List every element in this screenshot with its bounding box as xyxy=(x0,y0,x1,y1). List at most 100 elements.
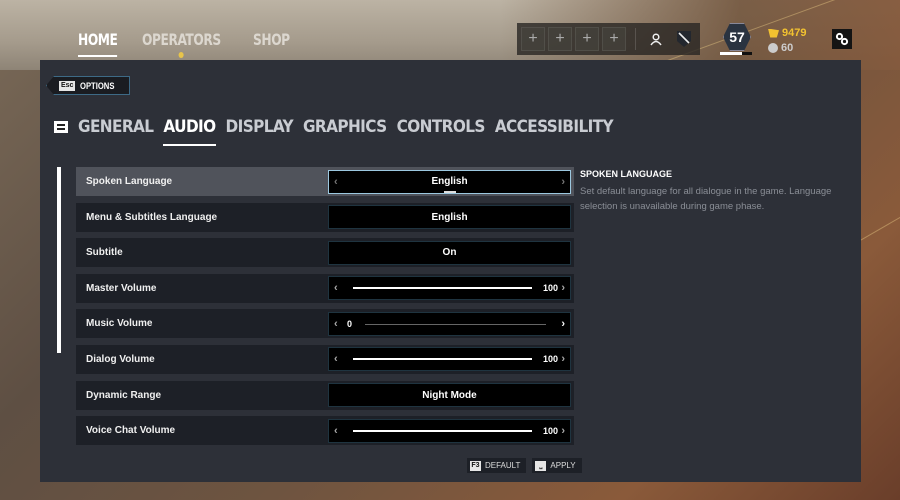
chevron-left-icon[interactable]: ‹ xyxy=(334,282,338,294)
squad-invite-slot[interactable]: + xyxy=(575,27,599,51)
space-key-icon: ⎵ xyxy=(535,460,547,471)
top-navigation: HOME OPERATORS SHOP xyxy=(78,30,314,58)
setting-label: Dialog Volume xyxy=(86,353,155,365)
slider-value: 100 xyxy=(542,283,558,294)
setting-row-voice-chat-volume[interactable]: Voice Chat Volume ‹ 100 › xyxy=(76,416,574,446)
slider-fill xyxy=(353,358,532,361)
plus-icon: + xyxy=(609,30,619,47)
tab-controls[interactable]: CONTROLS xyxy=(397,117,486,137)
menu-language-selector[interactable]: English xyxy=(328,205,571,230)
subtitle-selector[interactable]: On xyxy=(328,240,571,265)
dialog-volume-slider[interactable]: ‹ 100 › xyxy=(328,347,571,372)
voice-chat-volume-slider[interactable]: ‹ 100 › xyxy=(328,418,571,443)
profile-button[interactable] xyxy=(646,27,667,51)
squad-invite-slot[interactable]: + xyxy=(548,27,572,51)
switch-tab-icon xyxy=(54,121,68,133)
slider-value: 0 xyxy=(347,318,353,329)
squad-bar: + + + + xyxy=(517,23,700,55)
divider xyxy=(635,28,636,50)
setting-label: Menu & Subtitles Language xyxy=(86,211,218,223)
default-button[interactable]: F3 DEFAULT xyxy=(467,458,527,473)
chevron-left-icon[interactable]: ‹ xyxy=(334,318,338,330)
squad-invite-slot[interactable]: + xyxy=(602,27,626,51)
slider-track[interactable] xyxy=(353,358,532,361)
slider-track[interactable] xyxy=(353,429,532,432)
clan-button[interactable] xyxy=(673,27,694,51)
slider-fill xyxy=(353,429,532,432)
chevron-right-icon[interactable]: › xyxy=(561,282,565,294)
tab-display[interactable]: DISPLAY xyxy=(226,117,294,137)
setting-description: SPOKEN LANGUAGE Set default language for… xyxy=(580,169,840,214)
setting-row-music-volume[interactable]: Music Volume ‹ 0 › xyxy=(76,309,574,339)
setting-row-spoken-language[interactable]: Spoken Language ‹ English › xyxy=(76,167,574,196)
f3-key-badge: F3 xyxy=(470,460,481,471)
options-tabs: GENERAL AUDIO DISPLAY GRAPHICS CONTROLS … xyxy=(54,117,623,146)
currency-panel[interactable]: 9479 60 xyxy=(768,27,806,54)
tab-accessibility[interactable]: ACCESSIBILITY xyxy=(495,117,614,137)
setting-label: Subtitle xyxy=(86,247,123,259)
setting-value: English xyxy=(431,176,468,187)
scrollbar[interactable] xyxy=(57,167,61,353)
squad-invite-slot[interactable]: + xyxy=(521,27,545,51)
r6-credits-icon xyxy=(768,28,779,38)
slider-value: 100 xyxy=(542,425,558,436)
r6-credits-value: 9479 xyxy=(782,27,807,39)
music-volume-slider[interactable]: ‹ 0 › xyxy=(328,311,571,336)
plus-icon: + xyxy=(582,30,592,47)
slider-track[interactable] xyxy=(353,287,532,290)
chevron-right-icon[interactable]: › xyxy=(561,425,565,437)
setting-row-master-volume[interactable]: Master Volume ‹ 100 › xyxy=(76,273,574,303)
nav-home[interactable]: HOME xyxy=(78,30,118,57)
setting-label: Spoken Language xyxy=(86,176,173,187)
nav-shop[interactable]: SHOP xyxy=(253,30,290,49)
chevron-right-icon[interactable]: › xyxy=(561,318,565,330)
setting-label: Master Volume xyxy=(86,282,157,294)
shield-badge-icon xyxy=(676,31,691,47)
apply-button[interactable]: ⎵ APPLY xyxy=(532,458,582,473)
master-volume-slider[interactable]: ‹ 100 › xyxy=(328,276,571,301)
tab-audio[interactable]: AUDIO xyxy=(163,117,216,146)
setting-row-menu-subtitles-language[interactable]: Menu & Subtitles Language English xyxy=(76,202,574,232)
slider-track[interactable] xyxy=(365,323,546,325)
description-title: SPOKEN LANGUAGE xyxy=(580,169,673,179)
dynamic-range-selector[interactable]: Night Mode xyxy=(328,383,571,408)
settings-list: Spoken Language ‹ English › Menu & Subti… xyxy=(76,167,574,452)
plus-icon: + xyxy=(555,30,565,47)
gears-icon xyxy=(835,32,849,46)
nav-operators[interactable]: OPERATORS xyxy=(142,30,222,58)
level-progress-bar xyxy=(720,52,752,55)
chevron-left-icon[interactable]: ‹ xyxy=(334,176,338,188)
setting-row-subtitle[interactable]: Subtitle On xyxy=(76,238,574,268)
setting-row-dialog-volume[interactable]: Dialog Volume ‹ 100 › xyxy=(76,344,574,374)
setting-value: English xyxy=(431,211,468,223)
setting-value: Night Mode xyxy=(422,389,477,401)
slider-fill xyxy=(353,287,532,290)
setting-label: Voice Chat Volume xyxy=(86,425,176,437)
chevron-left-icon[interactable]: ‹ xyxy=(334,353,338,365)
selection-indicator xyxy=(443,190,456,193)
setting-label: Music Volume xyxy=(86,318,153,330)
chevron-right-icon[interactable]: › xyxy=(561,353,565,365)
footer-actions: F3 DEFAULT ⎵ APPLY xyxy=(467,458,582,473)
apply-label: APPLY xyxy=(550,461,576,470)
spoken-language-selector[interactable]: ‹ English › xyxy=(328,169,571,194)
level-progress-fill xyxy=(720,52,743,55)
chevron-right-icon[interactable]: › xyxy=(561,176,565,188)
renown-icon xyxy=(768,43,778,53)
settings-button[interactable] xyxy=(832,29,852,49)
description-text: Set default language for all dialogue in… xyxy=(580,186,832,212)
setting-value: On xyxy=(442,247,457,259)
slider-value: 100 xyxy=(542,354,558,365)
tab-graphics[interactable]: GRAPHICS xyxy=(303,117,387,137)
plus-icon: + xyxy=(528,30,538,47)
chevron-left-icon[interactable]: ‹ xyxy=(334,425,338,437)
person-icon xyxy=(650,32,663,45)
back-label: OPTIONS xyxy=(80,80,115,91)
setting-row-dynamic-range[interactable]: Dynamic Range Night Mode xyxy=(76,380,574,410)
esc-key-badge: Esc xyxy=(59,80,76,91)
background-line xyxy=(860,210,900,241)
tab-general[interactable]: GENERAL xyxy=(78,117,154,137)
renown-value: 60 xyxy=(781,42,794,54)
default-label: DEFAULT xyxy=(485,461,521,470)
back-button[interactable]: Esc OPTIONS xyxy=(46,76,130,95)
